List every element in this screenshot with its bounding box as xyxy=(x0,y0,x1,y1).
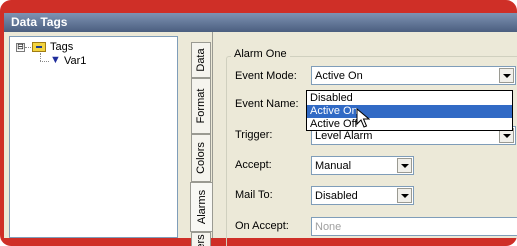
tab-data-label: Data xyxy=(195,48,207,72)
event-name-label: Event Name: xyxy=(235,98,299,110)
tab-alarms-label: Alarms xyxy=(195,189,208,225)
tab-triggers[interactable]: ers xyxy=(191,232,211,246)
alarms-panel: Alarm One Event Mode: Active On Event Na… xyxy=(212,32,517,246)
mail-to-value: Disabled xyxy=(315,190,358,202)
event-mode-dropdown-list[interactable]: Disabled Active On Active Off xyxy=(306,90,513,131)
mouse-cursor-icon xyxy=(356,108,370,128)
event-mode-select[interactable]: Active On xyxy=(311,66,516,85)
dropdown-option-disabled[interactable]: Disabled xyxy=(307,92,512,105)
mail-to-select[interactable]: Disabled xyxy=(311,186,414,205)
window-frame: Data Tags ⊟ Tags ▼ Var1 Data Format Colo… xyxy=(0,0,517,246)
property-tabs: Data Format Colors Alarms ers xyxy=(190,32,212,246)
tab-data[interactable]: Data xyxy=(191,42,211,78)
chevron-down-icon[interactable] xyxy=(397,158,412,173)
trigger-label: Trigger: xyxy=(235,129,273,141)
on-accept-value: None xyxy=(315,221,342,233)
chevron-down-icon[interactable] xyxy=(499,68,514,83)
tree-item-tags[interactable]: Tags xyxy=(50,40,73,54)
on-accept-label: On Accept: xyxy=(235,220,289,232)
tab-alarms[interactable]: Alarms xyxy=(190,182,212,232)
tab-colors-label: Colors xyxy=(195,142,207,174)
mail-to-label: Mail To: xyxy=(235,189,273,201)
tab-triggers-label: ers xyxy=(195,234,207,246)
accept-select[interactable]: Manual xyxy=(311,156,414,175)
alarm-one-legend: Alarm One xyxy=(231,48,290,60)
dropdown-option-active-on[interactable]: Active On xyxy=(307,105,512,118)
tab-format[interactable]: Format xyxy=(191,78,211,134)
tree-connector xyxy=(40,61,49,62)
tree-item-var1[interactable]: Var1 xyxy=(64,54,86,68)
on-accept-field[interactable]: None xyxy=(311,217,517,236)
tab-colors[interactable]: Colors xyxy=(191,134,211,182)
accept-value: Manual xyxy=(315,160,352,172)
flag-icon: ▼ xyxy=(50,54,61,66)
trigger-value: Level Alarm xyxy=(315,130,373,142)
collapse-icon[interactable]: ⊟ xyxy=(16,43,25,52)
tag-tree[interactable]: ⊟ Tags ▼ Var1 xyxy=(9,36,178,238)
event-mode-label: Event Mode: xyxy=(235,70,297,82)
tree-connector xyxy=(40,53,41,61)
window-content: ⊟ Tags ▼ Var1 Data Format Colors Alarms xyxy=(4,32,517,246)
tab-format-label: Format xyxy=(195,88,207,124)
window-title: Data Tags xyxy=(11,15,68,29)
chevron-down-icon[interactable] xyxy=(397,188,412,203)
tags-folder-icon xyxy=(32,42,46,52)
tree-connector xyxy=(25,47,31,48)
dropdown-option-active-off[interactable]: Active Off xyxy=(307,118,512,131)
accept-label: Accept: xyxy=(235,159,272,171)
event-mode-value: Active On xyxy=(315,70,363,82)
title-bar: Data Tags xyxy=(4,13,517,32)
